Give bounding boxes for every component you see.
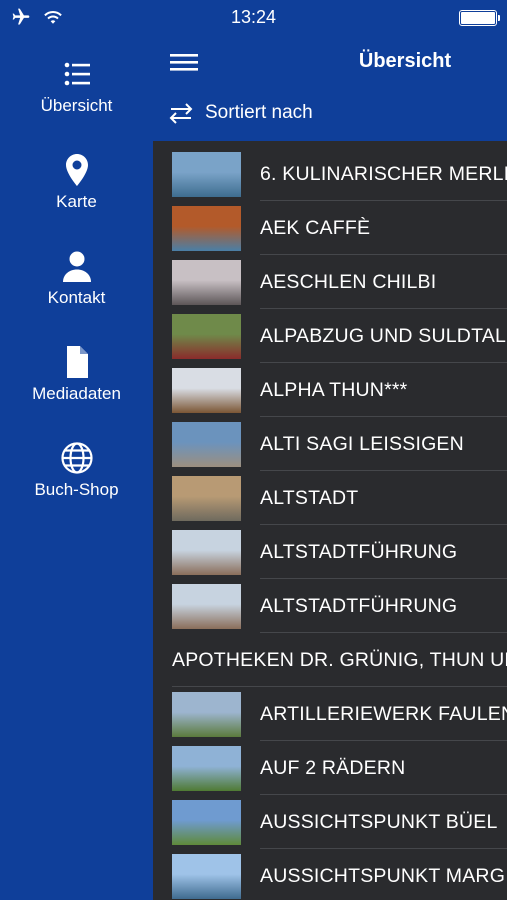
list-item-title: AUSSICHTSPUNKT MARG [260, 865, 506, 887]
list-item-title: ALPHA THUN*** [260, 379, 408, 401]
list-item-title: AESCHLEN CHILBI [260, 271, 437, 293]
list-item[interactable]: AUSSICHTSPUNKT MARG [153, 849, 507, 900]
sidebar-item-label: Mediadaten [32, 384, 121, 403]
list-item-title: AUF 2 RÄDERN [260, 757, 406, 779]
list-item[interactable]: AUF 2 RÄDERN [153, 741, 507, 795]
list-item-thumbnail [172, 206, 241, 251]
list-item-thumbnail [172, 800, 241, 845]
list-item[interactable]: 6. KULINARISCHER MERLI [153, 147, 507, 201]
list-icon [64, 62, 90, 86]
list-item[interactable]: APOTHEKEN DR. GRÜNIG, THUN UN [153, 633, 507, 687]
sidebar-item-label: Buch-Shop [34, 480, 119, 499]
sort-label: Sortiert nach [205, 102, 313, 123]
sidebar: Übersicht Karte Kontakt Mediadaten Buch-… [0, 34, 153, 900]
battery-icon [459, 10, 500, 26]
person-icon [62, 251, 91, 282]
list-item-thumbnail [172, 260, 241, 305]
list-item-title: ALPABZUG UND SULDTAL [260, 325, 506, 347]
list-item-title: ALTSTADTFÜHRUNG [260, 595, 458, 617]
list-item-title: ALTSTADT [260, 487, 359, 509]
sort-arrows-icon [169, 103, 193, 124]
list-item[interactable]: ALTI SAGI LEISSIGEN [153, 417, 507, 471]
list-item-thumbnail [172, 368, 241, 413]
sidebar-item-buch-shop[interactable]: Buch-Shop [0, 440, 153, 500]
list-item-thumbnail [172, 854, 241, 899]
list-item-thumbnail [172, 530, 241, 575]
sidebar-item-kontakt[interactable]: Kontakt [0, 248, 153, 308]
sidebar-item-mediadaten[interactable]: Mediadaten [0, 344, 153, 404]
list-item-title: ALTSTADTFÜHRUNG [260, 541, 458, 563]
sort-button[interactable]: Sortiert nach [167, 102, 313, 124]
list-item-thumbnail [172, 476, 241, 521]
list-item-title: AEK CAFFÈ [260, 217, 371, 239]
list-item-title: 6. KULINARISCHER MERLI [260, 163, 507, 185]
list-item-title: AUSSICHTSPUNKT BÜEL [260, 811, 498, 833]
list-item[interactable]: ALPHA THUN*** [153, 363, 507, 417]
globe-icon [60, 442, 93, 474]
map-pin-icon [65, 154, 88, 186]
document-icon [66, 346, 88, 378]
list-item[interactable]: AESCHLEN CHILBI [153, 255, 507, 309]
list-item-thumbnail [172, 692, 241, 737]
sidebar-item-label: Übersicht [40, 96, 113, 115]
list-item-thumbnail [172, 584, 241, 629]
sidebar-item-label: Kontakt [47, 288, 106, 307]
list-item-title: APOTHEKEN DR. GRÜNIG, THUN UN [172, 649, 507, 671]
list-item-thumbnail [172, 422, 241, 467]
status-time: 13:24 [230, 7, 277, 27]
sidebar-item-karte[interactable]: Karte [0, 152, 153, 212]
list-item-thumbnail [172, 152, 241, 197]
status-bar: 13:24 [0, 0, 507, 34]
list-item-title: ALTI SAGI LEISSIGEN [260, 433, 464, 455]
entry-list: 6. KULINARISCHER MERLI AEK CAFFÈ AESCHLEN … [153, 141, 507, 900]
list-item-thumbnail [172, 314, 241, 359]
sidebar-item-label: Karte [56, 192, 97, 211]
list-item[interactable]: ALPABZUG UND SULDTAL [153, 309, 507, 363]
list-item[interactable]: ALTSTADT [153, 471, 507, 525]
list-item[interactable]: ALTSTADTFÜHRUNG [153, 525, 507, 579]
list-item-title: ARTILLERIEWERK FAULEN [260, 703, 507, 725]
list-item[interactable]: ALTSTADTFÜHRUNG [153, 579, 507, 633]
header: Übersicht Sortiert nach [153, 34, 507, 141]
sidebar-item-uebersicht[interactable]: Übersicht [0, 56, 153, 116]
list-item[interactable]: AUSSICHTSPUNKT BÜEL [153, 795, 507, 849]
list-item[interactable]: AEK CAFFÈ [153, 201, 507, 255]
list-item-thumbnail [172, 746, 241, 791]
list-item[interactable]: ARTILLERIEWERK FAULEN [153, 687, 507, 741]
page-title: Übersicht [358, 50, 452, 72]
